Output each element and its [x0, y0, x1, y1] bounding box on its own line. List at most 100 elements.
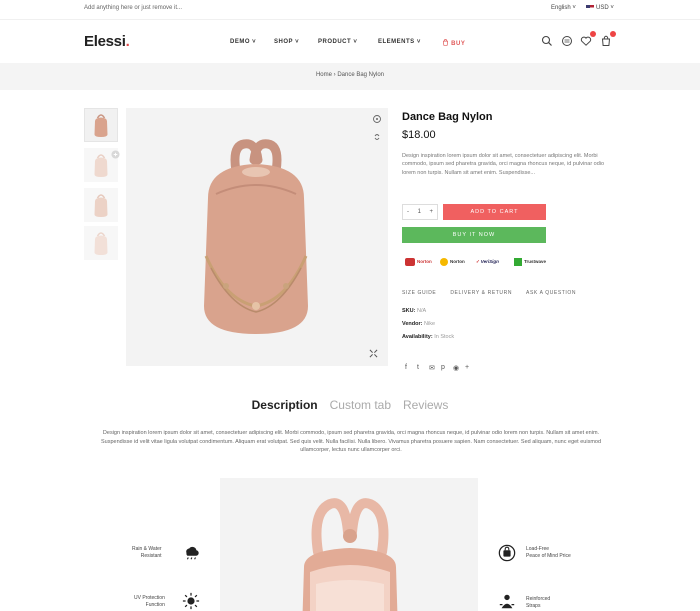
- zoom-icon: [111, 150, 120, 159]
- bag-thumbnail-image: [94, 232, 108, 255]
- cart-button[interactable]: [600, 31, 616, 52]
- rain-cloud-icon: [186, 546, 199, 560]
- size-guide-link[interactable]: SIZE GUIDE: [402, 290, 436, 296]
- twitter-icon[interactable]: t: [417, 364, 429, 372]
- lock-icon: [514, 257, 522, 266]
- social-share: f t ✉ p ◉ +: [405, 364, 477, 372]
- thumbnail-3[interactable]: [84, 188, 118, 222]
- site-logo[interactable]: Elessi.: [84, 33, 130, 50]
- buy-now-button[interactable]: BUY IT NOW: [402, 227, 546, 243]
- logo-text: Elessi: [84, 33, 126, 50]
- more-share-icon[interactable]: +: [465, 364, 477, 372]
- nav-elements[interactable]: ELEMENTS ˅: [378, 39, 421, 45]
- qty-plus-button[interactable]: +: [429, 209, 433, 215]
- product-short-description: Design inspiration lorem ipsum dolor sit…: [402, 153, 605, 176]
- tab-custom[interactable]: Custom tab: [330, 398, 391, 412]
- ask-question-link[interactable]: ASK A QUESTION: [526, 290, 576, 296]
- breadcrumb-home[interactable]: Home: [316, 72, 332, 78]
- sku-label: SKU:: [402, 308, 416, 314]
- availability-value: In Stock: [434, 334, 455, 340]
- qty-minus-button[interactable]: -: [407, 209, 409, 215]
- breadcrumb: Home › Dance Bag Nylon: [0, 72, 700, 78]
- search-button[interactable]: [541, 34, 553, 52]
- shield-icon: [405, 257, 415, 266]
- cart-badge: [610, 31, 616, 37]
- tab-description[interactable]: Description: [252, 398, 318, 412]
- thumbnail-1[interactable]: [84, 108, 118, 142]
- product-tabs: Description Custom tab Reviews: [0, 398, 700, 412]
- checkmark-icon: ✓: [476, 258, 480, 264]
- check-icon: [440, 257, 448, 266]
- bag-icon: [443, 39, 448, 46]
- nav-shop[interactable]: SHOP ˅: [274, 39, 299, 45]
- thumbnail-2[interactable]: [84, 148, 120, 182]
- expand-icon[interactable]: [369, 349, 378, 358]
- main-product-image[interactable]: [126, 108, 388, 366]
- cart-icon: [601, 35, 611, 46]
- trust-badge-4: Trustwave: [514, 256, 546, 267]
- trust-badge-label: Norton: [450, 259, 465, 264]
- bag-thumbnail-image: [94, 114, 108, 137]
- product-links: SIZE GUIDE DELIVERY & RETURN ASK A QUEST…: [402, 290, 590, 296]
- vendor-value[interactable]: Nike: [424, 321, 435, 327]
- delivery-return-link[interactable]: DELIVERY & RETURN: [450, 290, 512, 296]
- facebook-icon[interactable]: f: [405, 364, 417, 372]
- tab-reviews[interactable]: Reviews: [403, 398, 448, 412]
- top-bar: Add anything here or just remove it... E…: [0, 0, 700, 20]
- bag-thumbnail-image: [94, 194, 108, 217]
- product-price: $18.00: [402, 129, 436, 141]
- backpack-image: [204, 139, 308, 334]
- wishlist-button[interactable]: [580, 31, 596, 52]
- nav-label: PRODUCT: [318, 39, 352, 45]
- nav-label: DEMO: [230, 39, 250, 45]
- us-flag-icon: [586, 5, 594, 10]
- vendor-row: Vendor: Nike: [402, 321, 435, 327]
- heart-icon: [580, 36, 592, 46]
- trust-badge-1: Norton: [405, 256, 432, 267]
- trust-badge-label: VeriSign: [480, 259, 499, 264]
- logo-dot: .: [125, 33, 130, 50]
- nav-buy[interactable]: BUY: [442, 39, 465, 47]
- quantity-stepper[interactable]: - 1 +: [402, 204, 438, 220]
- currency-label: USD: [596, 5, 609, 12]
- sun-icon: [182, 592, 200, 610]
- nav-product[interactable]: PRODUCT ˅: [318, 39, 357, 45]
- trust-badge-3: ✓ VeriSign: [476, 256, 499, 267]
- thumbnail-4[interactable]: [84, 226, 118, 260]
- bag-thumbnail-image: [94, 154, 108, 177]
- feature-load-free: Load-Free Peace of Mind Price: [526, 546, 571, 559]
- straps-icon: [499, 594, 515, 609]
- trust-badge-2: Norton: [440, 256, 465, 267]
- product-title: Dance Bag Nylon: [402, 111, 493, 123]
- trust-badge-label: Norton: [417, 259, 432, 264]
- nav-demo[interactable]: DEMO ˅: [230, 39, 256, 45]
- compare-icon: [562, 36, 572, 46]
- share-icon[interactable]: [372, 132, 382, 142]
- add-to-cart-button[interactable]: ADD TO CART: [443, 204, 546, 220]
- sku-value: N/A: [416, 308, 427, 314]
- trust-badge-label: Trustwave: [524, 259, 547, 264]
- description-text: Design inspiration lorem ipsum dolor sit…: [100, 430, 602, 454]
- feature-water-resistant: Rain & Water Resistant: [132, 546, 162, 559]
- email-icon[interactable]: ✉: [429, 364, 441, 372]
- language-label: English: [551, 5, 571, 11]
- compare-button[interactable]: [561, 34, 573, 52]
- search-icon: [541, 35, 552, 46]
- language-selector[interactable]: English ˅: [551, 5, 576, 11]
- currency-selector[interactable]: USD ˅: [586, 5, 614, 11]
- promo-text: Add anything here or just remove it...: [84, 5, 183, 11]
- pinterest-icon[interactable]: p: [441, 364, 453, 372]
- feature-uv-protection: UV Protection Function: [134, 595, 165, 608]
- sku-row: SKU: N/A: [402, 308, 426, 314]
- vendor-label: Vendor:: [402, 321, 423, 327]
- weight-icon: [498, 544, 516, 562]
- breadcrumb-current: Dance Bag Nylon: [337, 72, 385, 78]
- whatsapp-icon[interactable]: ◉: [453, 364, 465, 372]
- availability-row: Availability: In Stock: [402, 334, 454, 340]
- feature-reinforced-straps: Reinforced Straps: [526, 596, 551, 609]
- qty-value[interactable]: 1: [418, 209, 421, 215]
- nav-label: ELEMENTS: [378, 39, 415, 45]
- nav-buy-label: BUY: [451, 41, 466, 47]
- wishlist-icon[interactable]: [372, 114, 382, 124]
- wishlist-badge: [590, 31, 596, 37]
